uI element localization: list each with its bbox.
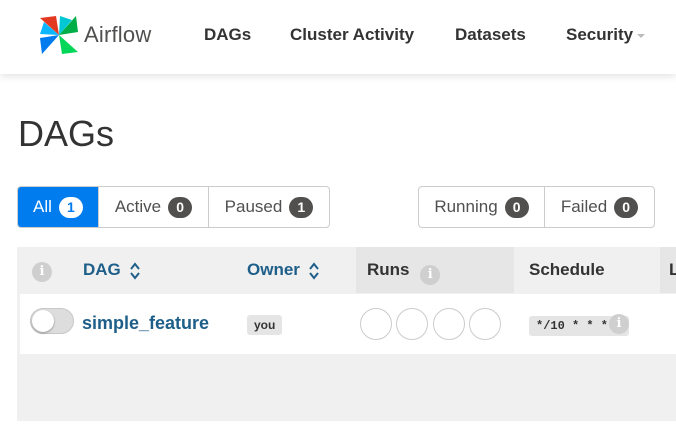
info-icon: i: [32, 262, 52, 282]
filter-paused-button[interactable]: Paused 1: [209, 187, 329, 227]
owner-column-header[interactable]: Owner: [247, 260, 320, 281]
filter-paused-count: 1: [289, 196, 314, 218]
run-state-circle[interactable]: [469, 308, 501, 340]
schedule-column-header: Schedule: [529, 260, 605, 279]
state-filter-group: Running 0 Failed 0: [418, 186, 655, 228]
dag-pause-toggle[interactable]: [30, 308, 74, 334]
runs-info-icon[interactable]: i: [420, 265, 441, 285]
filter-failed-label: Failed: [560, 197, 608, 216]
status-filter-group: All 1 Active 0 Paused 1: [17, 186, 330, 228]
filter-running-count: 0: [504, 196, 529, 218]
table-header: i DAG Owner Runs i Schedule L: [17, 247, 676, 293]
filter-active-label: Active: [114, 197, 162, 216]
nav-security-label: Security: [566, 25, 634, 44]
dag-header-label: DAG: [83, 260, 121, 279]
nav-cluster-activity[interactable]: Cluster Activity: [290, 25, 414, 45]
filter-running-button[interactable]: Running 0: [419, 187, 545, 227]
sort-icon: [309, 261, 319, 280]
run-state-circle[interactable]: [433, 308, 465, 340]
runs-header-label: Runs: [367, 260, 410, 279]
last-run-column-header: L: [669, 260, 676, 279]
dag-id-link[interactable]: simple_feature: [82, 313, 209, 334]
owner-header-label: Owner: [247, 260, 300, 279]
owner-tag[interactable]: you: [247, 315, 283, 335]
schedule-info-icon[interactable]: i: [609, 314, 629, 334]
toggle-column-info-icon[interactable]: i: [32, 260, 52, 282]
filter-running-label: Running: [434, 197, 498, 216]
filter-failed-button[interactable]: Failed 0: [545, 187, 654, 227]
page-title: DAGs: [18, 113, 115, 154]
filter-failed-count: 0: [614, 196, 639, 218]
filter-paused-label: Paused: [224, 197, 283, 216]
run-state-circle[interactable]: [396, 308, 428, 340]
filter-all-count: 1: [58, 196, 83, 218]
sort-icon: [130, 261, 140, 280]
nav-datasets[interactable]: Datasets: [455, 25, 526, 45]
filter-all-label: All: [33, 197, 52, 216]
top-navbar: Airflow DAGs Cluster Activity Datasets S…: [0, 0, 676, 74]
run-state-circle[interactable]: [360, 308, 392, 340]
dag-column-header[interactable]: DAG: [83, 260, 141, 281]
nav-security-menu[interactable]: Security: [566, 25, 646, 45]
dags-table: i DAG Owner Runs i Schedule L simple_fea…: [17, 247, 676, 421]
caret-down-icon: [637, 33, 646, 38]
toggle-knob: [32, 310, 54, 332]
filter-all-button[interactable]: All 1: [18, 187, 99, 227]
filter-active-button[interactable]: Active 0: [99, 187, 209, 227]
filter-active-count: 0: [168, 196, 193, 218]
table-row: simple_feature you */10 * * * * i: [20, 294, 676, 354]
runs-column-header: Runs i: [367, 260, 441, 285]
airflow-logo-icon[interactable]: [36, 12, 82, 58]
brand-name[interactable]: Airflow: [84, 22, 151, 48]
nav-dags[interactable]: DAGs: [204, 25, 251, 45]
